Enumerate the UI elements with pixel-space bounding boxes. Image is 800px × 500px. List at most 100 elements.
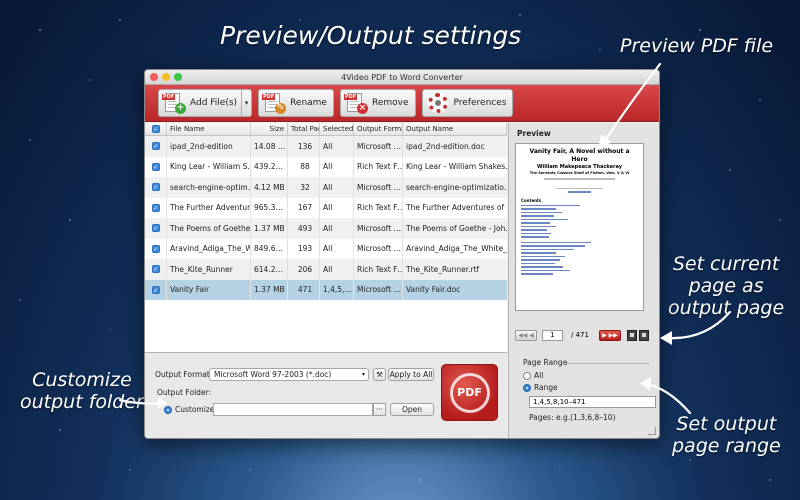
add-files-button[interactable]: PDF + Add File(s) ▾ — [158, 89, 253, 117]
output-name: Aravind_Adiga_The_White_… — [406, 244, 507, 254]
check-icon: ✓ — [151, 125, 160, 133]
all-pages-label: All — [534, 371, 544, 380]
window-title: 4Video PDF to Word Converter — [341, 73, 463, 82]
minimize-window-button[interactable] — [162, 73, 170, 81]
next-page-button[interactable]: ▶ ▶▶ — [599, 330, 621, 341]
remove-button[interactable]: PDF × Remove — [339, 89, 416, 117]
table-row[interactable]: ✓ search-engine-optim… 4.12 MB 32 All Mi… — [145, 177, 507, 198]
column-header-size[interactable]: Size — [251, 123, 288, 135]
row-checkbox[interactable]: ✓ — [145, 136, 167, 157]
output-format: Microsoft … — [354, 136, 403, 157]
output-name: Vanity Fair.doc — [406, 285, 461, 295]
selected-pages: All — [320, 177, 354, 198]
row-checkbox[interactable]: ✓ — [145, 156, 167, 177]
arrowhead-set-current-page — [660, 331, 672, 345]
rename-button[interactable]: PDF ✎ Rename — [258, 89, 334, 117]
previous-page-button[interactable]: ◀◀ ◀ — [515, 330, 537, 341]
row-checkbox[interactable]: ✓ — [145, 218, 167, 239]
total-pages: 88 — [288, 156, 320, 177]
column-header-output-name[interactable]: Output Name — [403, 123, 507, 135]
pdf-tag: PDF — [162, 94, 176, 100]
set-output-page-icon[interactable] — [627, 330, 637, 341]
file-size: 4.12 MB — [251, 177, 288, 198]
output-folder-label: Output Folder: — [157, 388, 212, 397]
add-files-label: Add File(s) — [190, 98, 238, 108]
check-icon: ✓ — [151, 244, 160, 253]
table-row-selected[interactable]: ✓ Vanity Fair 1.37 MB 471 1,4,5,… Micros… — [145, 279, 507, 300]
table-row[interactable]: ✓ ipad_2nd-edition 14.08 … 136 All Micro… — [145, 136, 507, 157]
file-rows: ✓ ipad_2nd-edition 14.08 … 136 All Micro… — [145, 136, 507, 300]
remove-label: Remove — [371, 98, 409, 108]
row-checkbox[interactable]: ✓ — [145, 177, 167, 198]
table-row[interactable]: ✓ The Further Adventur… 965.3… 167 All R… — [145, 197, 507, 218]
open-folder-button[interactable]: Open — [390, 403, 434, 416]
add-files-dropdown-arrow[interactable]: ▾ — [241, 89, 251, 117]
zoom-window-button[interactable] — [174, 73, 182, 81]
annotation-customize-output-folder: Customize output folder — [20, 369, 144, 414]
output-name: The_Kite_Runner.rtf — [406, 264, 480, 274]
browse-folder-button[interactable]: ··· — [373, 403, 386, 416]
window-titlebar: 4Video PDF to Word Converter — [145, 70, 659, 85]
convert-button[interactable]: PDF — [441, 364, 498, 421]
current-page-input[interactable]: 1 — [542, 330, 563, 341]
set-range-page-icon[interactable] — [639, 330, 649, 341]
rename-label: Rename — [290, 98, 327, 108]
output-name: search-engine-optimizatio… — [406, 182, 507, 192]
column-header-total-pages[interactable]: Total Pag — [288, 123, 320, 135]
selected-pages: All — [320, 238, 354, 259]
page-range-input[interactable]: 1,4,5,8,10–471 — [529, 396, 656, 408]
format-settings-button[interactable]: ⚒ — [373, 368, 386, 381]
row-checkbox[interactable]: ✓ — [145, 279, 167, 300]
output-folder-path-field[interactable] — [213, 403, 373, 416]
selected-pages: All — [320, 197, 354, 218]
row-checkbox[interactable]: ✓ — [145, 197, 167, 218]
total-pages: 206 — [288, 259, 320, 280]
table-row[interactable]: ✓ The_Kite_Runner 614.2… 206 All Rich Te… — [145, 259, 507, 280]
check-icon: ✓ — [151, 162, 160, 171]
column-header-output-format[interactable]: Output Forma — [354, 123, 403, 135]
table-row[interactable]: ✓ King Lear - William S… 439.2… 88 All R… — [145, 156, 507, 177]
gear-icon — [426, 92, 450, 114]
output-format-select[interactable]: Microsoft Word 97-2003 (*.doc) ▾ — [209, 368, 369, 381]
total-pages: 136 — [288, 136, 320, 157]
annotation-set-current-page: Set current page as output page — [668, 253, 784, 320]
remove-file-icon: PDF × — [343, 93, 368, 114]
convert-label: PDF — [457, 386, 482, 399]
selected-pages: 1,4,5,… — [320, 279, 354, 300]
file-name: King Lear - William S… — [167, 156, 251, 177]
column-header-selected[interactable]: Selected — [320, 123, 354, 135]
select-all-checkbox[interactable]: ✓ — [145, 123, 167, 135]
page-navigator: ◀◀ ◀ 1 / 471 ▶ ▶▶ — [515, 330, 655, 342]
customize-label: Customize: — [175, 405, 217, 414]
table-row[interactable]: ✓ The Poems of Goethe … 1.37 MB 493 All … — [145, 218, 507, 239]
divider — [562, 363, 649, 364]
output-format: Rich Text F… — [354, 197, 403, 218]
page-range-group: Page Range All Range 1,4,5,8,10–471 Page… — [517, 358, 656, 438]
customize-radio[interactable] — [164, 406, 172, 414]
page-range-title: Page Range — [523, 358, 568, 367]
preview-doc-contents: Contents — [521, 197, 542, 203]
resize-grip[interactable] — [648, 427, 656, 435]
file-name: ipad_2nd-edition — [167, 136, 251, 157]
annotation-line: output folder — [20, 390, 144, 413]
total-pages: 167 — [288, 197, 320, 218]
table-row[interactable]: ✓ Aravind_Adiga_The_W… 849.6… 193 All Mi… — [145, 238, 507, 259]
file-size: 439.2… — [251, 156, 288, 177]
preferences-button[interactable]: Preferences — [421, 89, 514, 117]
row-checkbox[interactable]: ✓ — [145, 238, 167, 259]
close-window-button[interactable] — [150, 73, 158, 81]
row-checkbox[interactable]: ✓ — [145, 259, 167, 280]
column-header-file-name[interactable]: File Name — [167, 123, 251, 135]
range-radio[interactable] — [523, 384, 531, 392]
output-name: ipad_2nd-edition.doc — [406, 141, 485, 151]
selected-pages: All — [320, 136, 354, 157]
apply-to-all-button[interactable]: Apply to All — [388, 368, 434, 381]
file-name: search-engine-optim… — [167, 177, 251, 198]
convert-pdf-icon: PDF — [449, 372, 490, 413]
output-name: The Poems of Goethe - Joh… — [406, 223, 507, 233]
chevron-down-icon: ▾ — [361, 371, 365, 378]
all-pages-radio[interactable] — [523, 372, 531, 380]
total-pages: 493 — [288, 218, 320, 239]
output-format-label: Output Format: — [155, 370, 213, 379]
file-name: Aravind_Adiga_The_W… — [167, 238, 251, 259]
